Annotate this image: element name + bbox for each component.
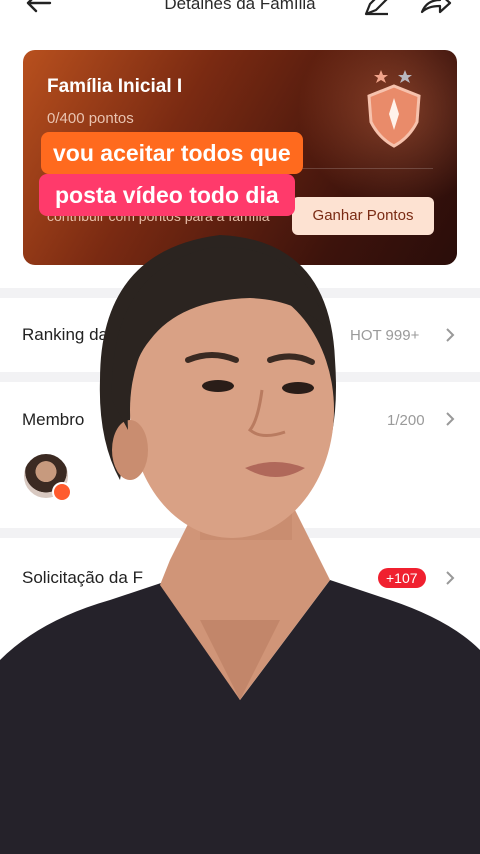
chevron-right-icon xyxy=(446,645,455,659)
members-label: Membro xyxy=(22,410,85,429)
chevron-right-icon xyxy=(446,328,455,342)
family-name: Família Inicial I xyxy=(47,76,183,97)
page-title: Detalhes da Família xyxy=(164,0,316,13)
shield-badge-icon xyxy=(367,70,421,148)
caption-line-2: posta vídeo todo dia xyxy=(39,174,295,216)
chevron-right-icon xyxy=(446,571,455,585)
members-count: 1/200 xyxy=(387,412,425,429)
requests-section[interactable]: Solicitação da F +107 xyxy=(0,538,480,854)
caption-line-1: vou aceitar todos que xyxy=(41,132,303,174)
ranking-row[interactable]: Ranking da HOT 999+ xyxy=(0,298,480,372)
share-icon[interactable] xyxy=(418,0,452,18)
members-section[interactable]: Membro 1/200 xyxy=(0,382,480,528)
requests-badge: +107 xyxy=(378,568,426,588)
header-bar: Detalhes da Família xyxy=(0,0,480,22)
family-points: 0/400 pontos xyxy=(47,110,134,127)
ranking-label: Ranking da xyxy=(22,325,109,344)
ranking-value: HOT 999+ xyxy=(350,327,420,344)
earn-points-button[interactable]: Ganhar Pontos xyxy=(292,197,434,235)
crown-icon xyxy=(52,482,72,502)
requests-label: Solicitação da F xyxy=(22,568,143,587)
edit-icon[interactable] xyxy=(362,0,392,18)
chevron-right-icon xyxy=(446,412,455,426)
